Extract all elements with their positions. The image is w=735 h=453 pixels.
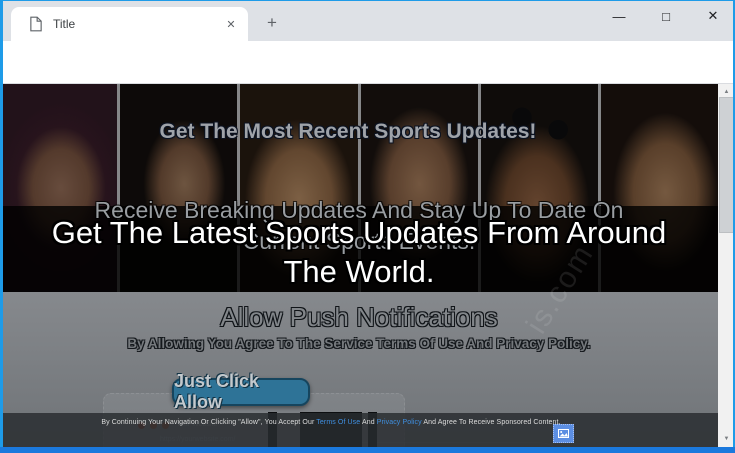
tab-title: Title	[53, 17, 76, 31]
scrollbar-thumb[interactable]	[719, 97, 734, 233]
window-minimize-button[interactable]: —	[596, 0, 642, 32]
consent-bar: By Continuing Your Navigation Or Clickin…	[0, 413, 718, 448]
push-subheading: By Allowing You Agree To The Service Ter…	[127, 336, 591, 351]
browser-window: Title ✕ + — □ ✕ Not secure | wearevery.f…	[0, 0, 735, 453]
window-border	[0, 0, 3, 453]
tab-close-icon[interactable]: ✕	[222, 15, 240, 33]
new-tab-button[interactable]: +	[260, 12, 284, 34]
terms-of-use-link[interactable]: Terms Of Use	[316, 419, 360, 426]
consent-text: By Continuing Your Navigation Or Clickin…	[101, 419, 561, 426]
page-content: Get The Most Recent Sports Updates! Rece…	[0, 84, 735, 448]
consent-blue-button[interactable]	[553, 424, 574, 443]
window-close-button[interactable]: ✕	[690, 0, 735, 32]
push-heading: Allow Push Notifications	[220, 302, 498, 332]
browser-tab[interactable]: Title ✕	[11, 7, 248, 41]
window-border	[0, 0, 735, 1]
hero-top-title: Get The Most Recent Sports Updates!	[159, 120, 537, 143]
privacy-policy-link[interactable]: Privacy Policy	[377, 419, 422, 426]
window-maximize-button[interactable]: □	[643, 0, 689, 32]
window-border	[0, 447, 735, 453]
tab-strip: Title ✕ + — □ ✕	[0, 0, 735, 41]
page-favicon-icon	[29, 16, 43, 32]
broken-image-icon	[558, 429, 569, 438]
just-click-allow-button[interactable]: Just Click Allow	[172, 371, 310, 412]
browser-toolbar: Not secure | wearevery.fun ☆ ⋮	[0, 41, 735, 118]
